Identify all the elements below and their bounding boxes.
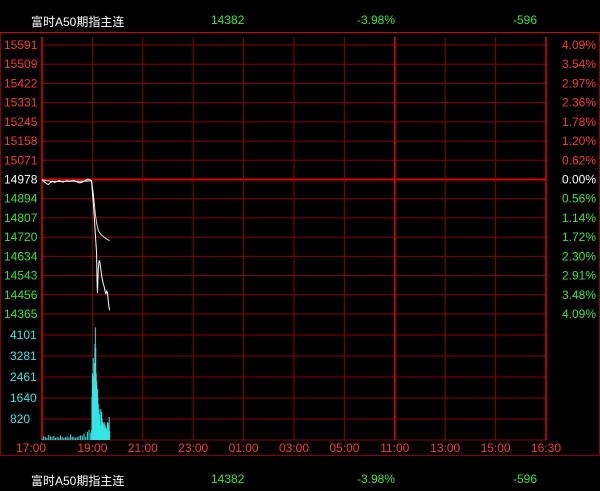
price-tick-label: 15591 bbox=[4, 38, 38, 52]
price-tick-label: 14978 bbox=[4, 173, 38, 187]
time-tick-label: 03:00 bbox=[279, 441, 309, 455]
percent-tick-label: 2.97% bbox=[562, 76, 596, 90]
percent-tick-label: 1.14% bbox=[562, 211, 596, 225]
price-tick-label: 15331 bbox=[4, 96, 38, 110]
price-tick-label: 14634 bbox=[4, 249, 38, 263]
time-tick-label: 16:30 bbox=[531, 441, 561, 455]
time-tick-label: 17:00 bbox=[16, 441, 46, 455]
volume-tick-label: 2461 bbox=[10, 370, 37, 384]
time-tick-label: 23:00 bbox=[178, 441, 208, 455]
price-tick-label: 14720 bbox=[4, 230, 38, 244]
percent-tick-label: 1.78% bbox=[562, 115, 596, 129]
change-percent-bottom: -3.98% bbox=[357, 472, 396, 486]
instrument-name-bottom: 富时A50期指主连 bbox=[31, 474, 125, 488]
price-tick-label: 14543 bbox=[4, 269, 38, 283]
time-tick-label: 21:00 bbox=[128, 441, 158, 455]
percent-tick-label: 3.48% bbox=[562, 288, 596, 302]
bottom-quote-header: 富时A50期指主连 14382 -3.98% -596 bbox=[0, 469, 600, 489]
price-tick-label: 15422 bbox=[4, 76, 38, 90]
volume-tick-label: 820 bbox=[10, 412, 30, 426]
percent-tick-label: 2.36% bbox=[562, 96, 596, 110]
time-tick-label: 19:00 bbox=[77, 441, 107, 455]
percent-tick-label: 1.72% bbox=[562, 230, 596, 244]
time-tick-label: 13:00 bbox=[430, 441, 460, 455]
average-price-line bbox=[41, 179, 110, 241]
chart-frame bbox=[0, 32, 600, 456]
volume-tick-label: 3281 bbox=[10, 349, 37, 363]
price-tick-label: 15245 bbox=[4, 115, 38, 129]
intraday-chart: 15591 4.09% 15509 3.54% 15422 2.97% 15331 2.36%… bbox=[0, 32, 600, 456]
percent-tick-label: 2.30% bbox=[562, 249, 596, 263]
volume-bars bbox=[41, 327, 111, 440]
percent-tick-label: 2.91% bbox=[562, 269, 596, 283]
percent-tick-label: 0.56% bbox=[562, 192, 596, 206]
change-value-bottom: -596 bbox=[513, 472, 538, 486]
percent-tick-label: 4.09% bbox=[562, 307, 596, 321]
price-tick-label: 14365 bbox=[4, 307, 38, 321]
price-tick-label: 14894 bbox=[4, 192, 38, 206]
last-price-bottom: 14382 bbox=[211, 472, 245, 486]
price-tick-label: 14807 bbox=[4, 211, 38, 225]
time-tick-label: 01:00 bbox=[229, 441, 259, 455]
percent-tick-label: 0.62% bbox=[562, 153, 596, 167]
time-tick-label: 11:00 bbox=[380, 441, 409, 455]
percent-tick-label: 3.54% bbox=[562, 57, 596, 71]
time-tick-label: 15:00 bbox=[481, 441, 511, 455]
price-tick-label: 15158 bbox=[4, 134, 38, 148]
price-tick-label: 15509 bbox=[4, 57, 38, 71]
percent-tick-label: 0.00% bbox=[562, 173, 596, 187]
volume-tick-label: 4101 bbox=[10, 328, 37, 342]
percent-tick-label: 4.09% bbox=[562, 38, 596, 52]
price-tick-label: 15071 bbox=[4, 153, 38, 167]
percent-tick-label: 1.20% bbox=[562, 134, 596, 148]
time-tick-label: 05:00 bbox=[329, 441, 359, 455]
volume-tick-label: 1640 bbox=[10, 391, 37, 405]
price-tick-label: 14456 bbox=[4, 288, 38, 302]
